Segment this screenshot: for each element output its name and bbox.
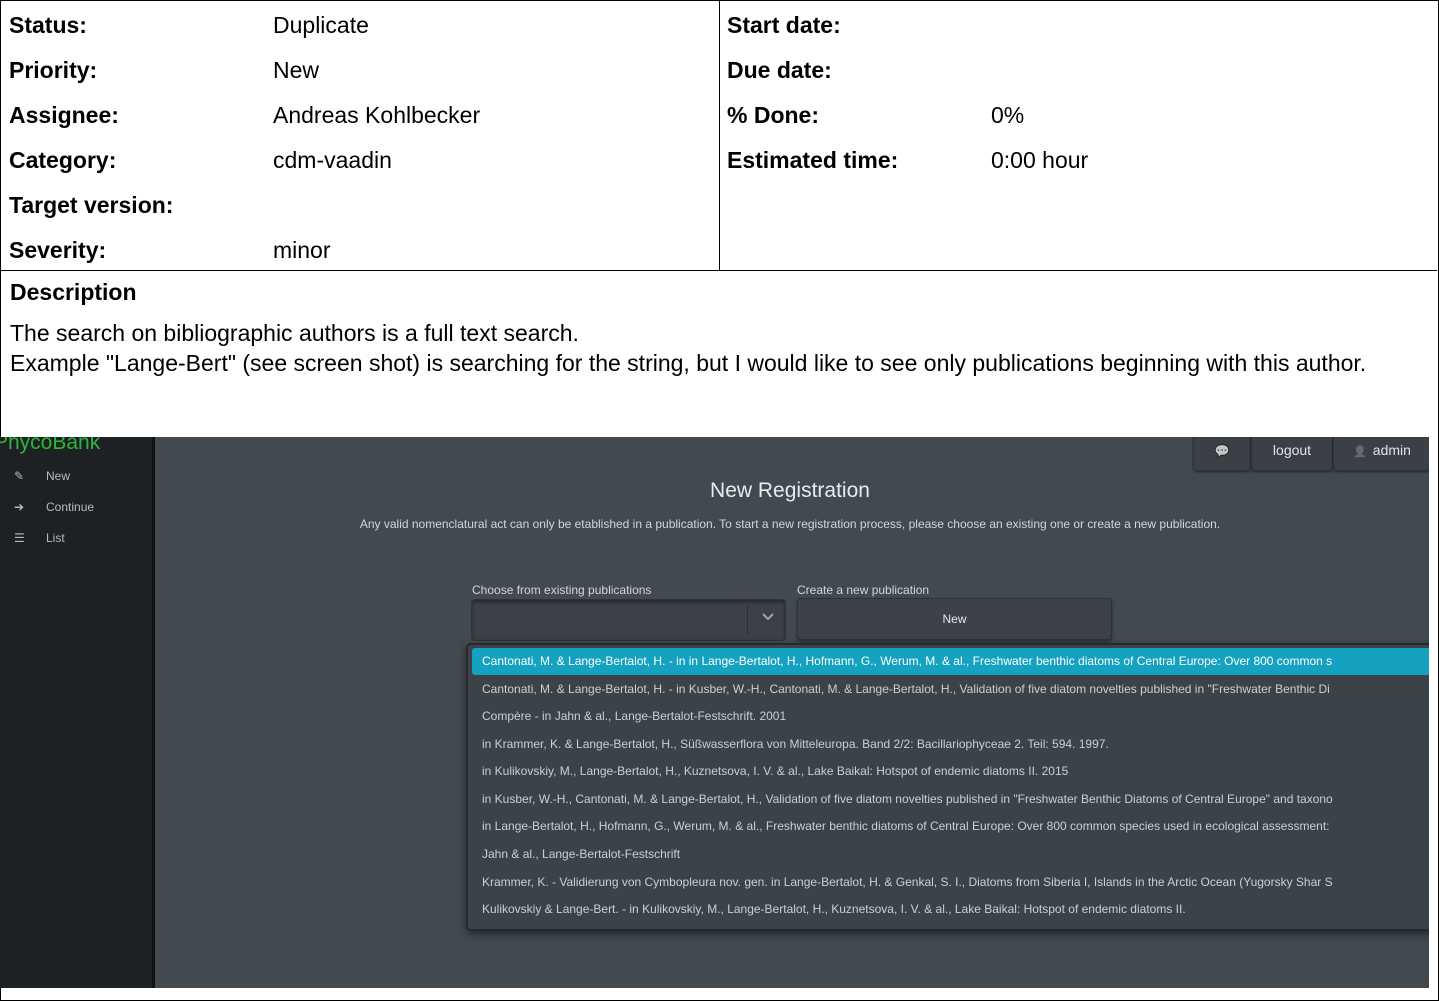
dropdown-option[interactable]: Krammer, K. - Validierung von Cymbopleur… bbox=[472, 869, 1429, 896]
create-publication-label: Create a new publication bbox=[797, 583, 930, 597]
attribute-value: New bbox=[273, 57, 320, 83]
dropdown-option[interactable]: in Kulikovskiy, M., Lange-Bertalot, H., … bbox=[472, 758, 1429, 785]
attribute-label: Target version: bbox=[9, 192, 174, 218]
messages-button[interactable]: 💬 bbox=[1193, 437, 1251, 471]
sidebar-item-label: List bbox=[46, 531, 65, 545]
new-publication-button[interactable]: New bbox=[797, 598, 1112, 640]
attribute-label: Severity: bbox=[9, 237, 107, 263]
combobox-divider bbox=[747, 606, 748, 634]
brand-logo: PhycoBank bbox=[0, 437, 101, 454]
attribute-label: Category: bbox=[9, 147, 117, 173]
publication-combobox[interactable] bbox=[471, 599, 786, 641]
attribute-label: Status: bbox=[9, 12, 87, 38]
description-line: Example "Lange-Bert" (see screen shot) i… bbox=[10, 350, 1367, 376]
dropdown-option[interactable]: Compère - in Jahn & al., Lange-Bertalot-… bbox=[472, 703, 1429, 730]
attribute-label: % Done: bbox=[727, 102, 819, 128]
attribute-label: Estimated time: bbox=[727, 147, 899, 173]
attribute-value: Duplicate bbox=[273, 12, 369, 38]
page-subtitle: Any valid nomenclatural act can only be … bbox=[359, 517, 1221, 531]
chevron-down-icon[interactable] bbox=[761, 609, 775, 626]
description-text: The search on bibliographic authors is a… bbox=[10, 318, 1410, 378]
list-icon: ☰ bbox=[14, 531, 25, 545]
sidebar-item-list[interactable]: ☰ List bbox=[14, 528, 65, 548]
description-heading: Description bbox=[10, 279, 137, 305]
publication-dropdown: Cantonati, M. & Lange-Bertalot, H. - in … bbox=[466, 643, 1429, 931]
attribute-label: Assignee: bbox=[9, 102, 119, 128]
dropdown-option[interactable]: Kulikovskiy & Lange-Bert. - in Kulikovsk… bbox=[472, 896, 1429, 923]
attribute-value: minor bbox=[273, 237, 331, 263]
dropdown-option[interactable]: in Lange-Bertalot, H., Hofmann, G., Weru… bbox=[472, 813, 1429, 840]
page-title: New Registration bbox=[710, 479, 870, 502]
dropdown-option[interactable]: in Krammer, K. & Lange-Bertalot, H., Süß… bbox=[472, 731, 1429, 758]
dropdown-option[interactable]: Jahn & al., Lange-Bertalot-Festschrift bbox=[472, 841, 1429, 868]
attribute-value: Andreas Kohlbecker bbox=[273, 102, 481, 128]
chat-icon: 💬 bbox=[1214, 444, 1230, 458]
attributes-right-column: Start date: Due date: % Done: 0% Estimat… bbox=[720, 0, 1437, 270]
user-menu-button[interactable]: 👤 admin bbox=[1333, 437, 1429, 471]
dropdown-option[interactable]: Cantonati, M. & Lange-Bertalot, H. - in … bbox=[472, 648, 1429, 675]
attached-screenshot: PhycoBank ✎ New ➔ Continue ☰ List 💬 logout … bbox=[0, 437, 1429, 988]
issue-attributes: Status: Duplicate Priority: New Assignee… bbox=[0, 0, 1437, 271]
attribute-label: Due date: bbox=[727, 57, 832, 83]
description-line: The search on bibliographic authors is a… bbox=[10, 320, 579, 346]
attribute-label: Start date: bbox=[727, 12, 841, 38]
attribute-label: Priority: bbox=[9, 57, 98, 83]
attributes-left-column: Status: Duplicate Priority: New Assignee… bbox=[0, 0, 720, 270]
dropdown-option[interactable]: Cantonati, M. & Lange-Bertalot, H. - in … bbox=[472, 676, 1429, 703]
choose-publication-label: Choose from existing publications bbox=[472, 583, 652, 597]
logout-button[interactable]: logout bbox=[1251, 437, 1333, 471]
attribute-value: 0% bbox=[991, 102, 1025, 128]
user-name: admin bbox=[1372, 442, 1411, 458]
user-icon: 👤 bbox=[1353, 446, 1367, 458]
attribute-value: 0:00 hour bbox=[991, 147, 1089, 173]
attribute-value: cdm-vaadin bbox=[273, 147, 392, 173]
dropdown-option[interactable]: in Kusber, W.-H., Cantonati, M. & Lange-… bbox=[472, 786, 1429, 813]
